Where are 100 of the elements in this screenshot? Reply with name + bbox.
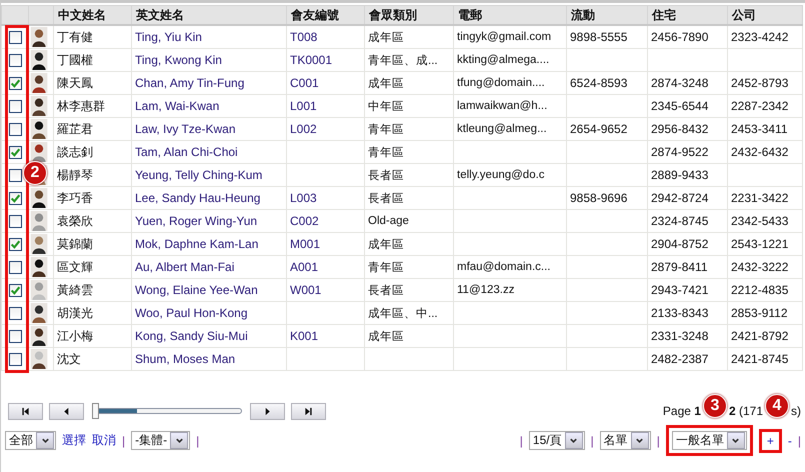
last-page-button[interactable]: [291, 402, 326, 420]
category-cell: 成年區、中...: [368, 308, 438, 320]
dropdown[interactable]: 一般名單: [672, 431, 747, 450]
english-name-cell: Yuen, Roger Wing-Yun: [135, 214, 258, 228]
member-id-cell: A001: [290, 260, 318, 274]
separator: |: [798, 434, 801, 448]
english-name-cell: Tam, Alan Chi-Choi: [135, 145, 238, 159]
column-header[interactable]: 流動: [566, 6, 648, 25]
dropdown[interactable]: 名單: [600, 431, 651, 450]
office-phone-cell: 2287-2342: [731, 99, 788, 113]
category-cell: 青年區: [368, 124, 404, 136]
column-header[interactable]: 中文姓名: [54, 6, 132, 25]
category-cell: 青年區: [368, 262, 404, 274]
column-header[interactable]: 公司: [728, 6, 802, 25]
chinese-name-cell: 袁榮欣: [57, 214, 93, 228]
home-phone-cell: 2942-8724: [651, 191, 708, 205]
checkbox[interactable]: [8, 169, 22, 182]
checkbox[interactable]: [8, 284, 22, 298]
email-cell: kkting@almega....: [457, 54, 550, 66]
member-id-cell: C002: [290, 214, 319, 228]
checkbox[interactable]: [8, 215, 22, 228]
caret-icon: [40, 436, 50, 445]
category-cell: 成年區: [368, 238, 404, 250]
caret-icon: [635, 436, 644, 445]
action-link[interactable]: 選擇: [62, 432, 86, 449]
column-header[interactable]: 會眾類別: [364, 6, 454, 25]
office-phone-cell: 2432-6432: [731, 145, 788, 159]
chinese-name-cell: 李巧香: [57, 190, 93, 204]
home-phone-cell: 2889-9433: [651, 168, 708, 182]
column-header[interactable]: 英文姓名: [132, 6, 286, 25]
dropdown[interactable]: 全部: [5, 431, 56, 450]
chinese-name-cell: 林李惠群: [57, 98, 105, 112]
checkbox[interactable]: [8, 307, 22, 320]
home-phone-cell: 2331-3248: [651, 329, 708, 343]
member-id-cell: TK0001: [290, 53, 332, 67]
column-header[interactable]: 會友編號: [286, 6, 364, 25]
home-phone-cell: 2904-8752: [651, 237, 708, 251]
member-id-cell: L002: [290, 122, 317, 136]
email-cell: lamwaikwan@h...: [457, 100, 548, 112]
dropdown[interactable]: -集體-: [131, 431, 190, 450]
checkbox[interactable]: [8, 146, 22, 160]
chinese-name-cell: 丁國權: [57, 52, 93, 66]
chinese-name-cell: 黃綺雲: [57, 282, 93, 296]
checkbox[interactable]: [8, 353, 22, 366]
first-page-button[interactable]: [8, 402, 43, 420]
office-phone-cell: 2323-4242: [731, 30, 788, 44]
email-cell: 11@123.zz: [457, 284, 514, 296]
home-phone-cell: 2133-8343: [651, 306, 708, 320]
office-phone-cell: 2432-3222: [731, 260, 788, 274]
separator: |: [656, 434, 660, 448]
home-phone-cell: 2874-9522: [651, 145, 708, 159]
action-link[interactable]: +: [766, 434, 774, 448]
english-name-cell: Wong, Elaine Yee-Wan: [135, 283, 258, 297]
checkbox[interactable]: [8, 77, 22, 90]
previous-page-button[interactable]: [49, 402, 84, 420]
caret-icon: [731, 436, 740, 445]
english-name-cell: Kong, Sandy Siu-Mui: [135, 329, 248, 343]
chinese-name-cell: 羅芷君: [57, 122, 93, 136]
caret-icon: [569, 436, 578, 445]
last-page-icon: [304, 406, 313, 416]
category-cell: Old-age: [368, 215, 409, 227]
chinese-name-cell: 楊靜琴: [57, 168, 93, 182]
checkbox[interactable]: [8, 54, 22, 68]
checkbox[interactable]: [8, 330, 22, 344]
chinese-name-cell: 沈文: [57, 352, 81, 366]
next-page-button[interactable]: [250, 402, 285, 420]
english-name-cell: Chan, Amy Tin-Fung: [135, 76, 244, 90]
home-phone-cell: 2956-8432: [651, 122, 708, 136]
office-phone-cell: 2342-5433: [731, 214, 788, 228]
english-name-cell: Lam, Wai-Kwan: [135, 99, 220, 113]
checkbox[interactable]: [8, 238, 22, 252]
english-name-cell: Woo, Paul Hon-Kong: [135, 306, 248, 320]
action-link[interactable]: -: [788, 434, 792, 448]
member-id-cell: K001: [290, 329, 318, 343]
column-header[interactable]: 住宅: [648, 6, 728, 25]
office-phone-cell: 2421-8745: [731, 352, 788, 366]
chinese-name-cell: 胡漢光: [57, 306, 93, 320]
checkbox[interactable]: [8, 31, 22, 44]
member-id-cell: W001: [290, 283, 322, 297]
home-phone-cell: 2482-2387: [651, 352, 708, 366]
member-id-cell: C001: [290, 76, 319, 90]
checkbox[interactable]: [8, 261, 22, 274]
english-name-cell: Lee, Sandy Hau-Heung: [135, 191, 260, 205]
category-cell: 長者區: [368, 170, 404, 182]
checkbox[interactable]: [8, 100, 22, 114]
english-name-cell: Mok, Daphne Kam-Lan: [135, 237, 258, 251]
action-link[interactable]: 取消: [92, 432, 116, 449]
page-slider[interactable]: [92, 403, 242, 419]
category-cell: 長者區: [368, 192, 404, 204]
checkbox[interactable]: [8, 123, 22, 136]
dropdown[interactable]: 15/頁: [528, 431, 585, 450]
office-phone-cell: 2452-8793: [731, 76, 788, 90]
office-phone-cell: 2853-9112: [731, 306, 788, 320]
home-phone-cell: 2456-7890: [651, 30, 708, 44]
member-id-cell: M001: [290, 237, 320, 251]
column-header[interactable]: 電郵: [454, 6, 566, 25]
separator: |: [196, 434, 200, 448]
checkbox[interactable]: [8, 192, 22, 206]
page-info-text: s): [791, 404, 801, 418]
email-cell: tfung@domain....: [457, 77, 545, 89]
